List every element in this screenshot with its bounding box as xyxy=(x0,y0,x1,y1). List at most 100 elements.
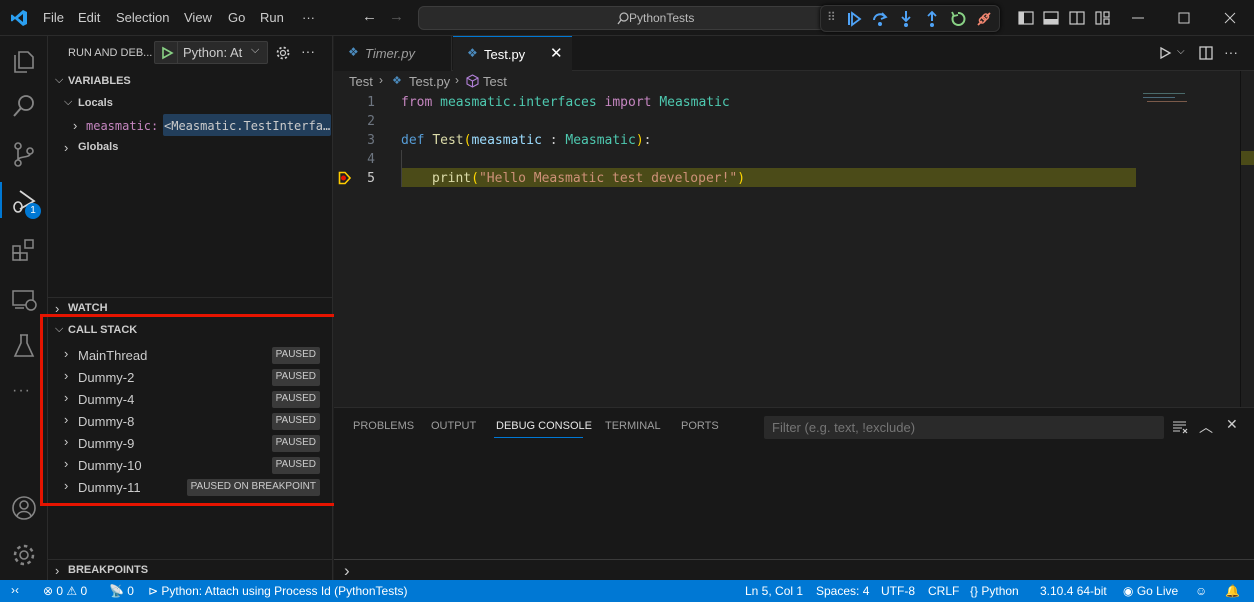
minimize-icon[interactable] xyxy=(1129,9,1147,27)
search-sidebar-icon[interactable] xyxy=(10,92,38,120)
chevron-down-icon[interactable]: ⌵ xyxy=(1177,46,1185,57)
thread-row[interactable]: › Dummy-8 PAUSED xyxy=(48,411,332,433)
chevron-right-icon[interactable]: › xyxy=(64,140,68,155)
toggle-sidebar-icon[interactable] xyxy=(1017,9,1035,27)
editor-more-icon[interactable]: ··· xyxy=(1224,44,1238,60)
chevron-down-icon[interactable]: ⌵ xyxy=(55,74,63,87)
code-editor[interactable]: Test › ❖ Test.py › Test 1 2 3 4 5 from m… xyxy=(334,71,1254,407)
chevron-right-icon[interactable]: › xyxy=(64,478,68,493)
menu-file[interactable]: File xyxy=(43,10,64,25)
continue-icon[interactable] xyxy=(845,10,863,28)
go-live-button[interactable]: ◉ Go Live xyxy=(1123,584,1178,598)
split-editor-icon[interactable] xyxy=(1198,45,1214,61)
chevron-right-icon[interactable]: › xyxy=(64,434,68,449)
copilot-icon[interactable]: ☺ xyxy=(1195,584,1207,598)
thread-row[interactable]: › Dummy-9 PAUSED xyxy=(48,433,332,455)
back-arrow-icon[interactable]: ← xyxy=(362,8,377,25)
thread-row[interactable]: › Dummy-2 PAUSED xyxy=(48,367,332,389)
chevron-right-icon[interactable]: › xyxy=(64,390,68,405)
globals-scope[interactable]: Globals xyxy=(78,141,118,153)
menu-selection[interactable]: Selection xyxy=(116,10,169,25)
thread-row[interactable]: › Dummy-4 PAUSED xyxy=(48,389,332,411)
more-actions-icon[interactable]: ··· xyxy=(301,43,315,59)
python-interpreter[interactable]: 3.10.4 64-bit xyxy=(1040,584,1107,598)
end-of-line[interactable]: CRLF xyxy=(928,584,959,598)
indentation[interactable]: Spaces: 4 xyxy=(816,584,869,598)
chevron-right-icon[interactable]: › xyxy=(64,368,68,383)
customize-layout-icon[interactable] xyxy=(1094,9,1112,27)
close-tab-icon[interactable]: ✕ xyxy=(550,44,563,62)
chevron-right-icon[interactable]: › xyxy=(73,118,77,133)
variable-value[interactable]: <Measmatic.TestInterfa… xyxy=(164,119,332,133)
chevron-right-icon[interactable]: › xyxy=(64,346,68,361)
debug-config-status[interactable]: ⊳ Python: Attach using Process Id (Pytho… xyxy=(148,584,408,598)
breadcrumb-file[interactable]: Test.py xyxy=(409,74,450,89)
panel-tab-output[interactable]: OUTPUT xyxy=(431,420,476,432)
remote-indicator-icon[interactable]: ›‹ xyxy=(11,583,19,597)
menu-go[interactable]: Go xyxy=(228,10,245,25)
panel-tab-terminal[interactable]: TERMINAL xyxy=(605,420,661,432)
explorer-icon[interactable] xyxy=(10,46,38,74)
editor-scrollbar[interactable] xyxy=(1240,71,1241,407)
menu-more[interactable]: ··· xyxy=(302,10,315,25)
maximize-icon[interactable] xyxy=(1175,9,1193,27)
step-over-icon[interactable] xyxy=(871,10,889,28)
step-out-icon[interactable] xyxy=(923,10,941,28)
locals-scope[interactable]: Locals xyxy=(78,97,113,109)
menu-run[interactable]: Run xyxy=(260,10,284,25)
breadcrumb-symbol[interactable]: Test xyxy=(483,74,507,89)
language-mode[interactable]: {} Python xyxy=(970,584,1019,598)
breadcrumb-folder[interactable]: Test xyxy=(349,74,373,89)
panel-tab-problems[interactable]: PROBLEMS xyxy=(353,420,414,432)
step-into-icon[interactable] xyxy=(897,10,915,28)
testing-icon[interactable] xyxy=(10,332,38,360)
close-window-icon[interactable] xyxy=(1221,9,1239,27)
console-filter-input[interactable] xyxy=(764,416,1164,439)
disconnect-icon[interactable] xyxy=(975,10,993,28)
cursor-position[interactable]: Ln 5, Col 1 xyxy=(745,584,803,598)
maximize-panel-icon[interactable]: ︿ xyxy=(1199,417,1213,437)
tab-timer-py[interactable]: ❖ Timer.py xyxy=(334,36,452,71)
panel-tab-ports[interactable]: PORTS xyxy=(681,420,719,432)
run-file-icon[interactable] xyxy=(1158,46,1172,60)
source-control-icon[interactable] xyxy=(10,140,38,168)
problems-status[interactable]: ⊗ 0 ⚠ 0 xyxy=(43,584,87,598)
thread-row[interactable]: › Dummy-11 PAUSED ON BREAKPOINT xyxy=(48,477,332,499)
command-center-search[interactable]: PythonTests xyxy=(418,6,838,30)
close-panel-icon[interactable]: ✕ xyxy=(1226,416,1238,433)
start-debugging-icon[interactable] xyxy=(160,46,174,60)
toggle-panel-icon[interactable] xyxy=(1042,9,1060,27)
variables-header[interactable]: VARIABLES xyxy=(68,75,131,87)
watch-header[interactable]: WATCH xyxy=(68,302,108,314)
remote-explorer-icon[interactable] xyxy=(10,286,38,314)
console-prompt-icon[interactable]: › xyxy=(344,561,350,581)
minimap[interactable] xyxy=(1143,91,1188,105)
encoding[interactable]: UTF-8 xyxy=(881,584,915,598)
callstack-header[interactable]: CALL STACK xyxy=(68,324,137,336)
notifications-bell-icon[interactable]: 🔔 xyxy=(1225,584,1240,598)
forward-arrow-icon[interactable]: → xyxy=(389,8,404,25)
launch-config-select[interactable]: Python: At ⌵ xyxy=(154,41,268,64)
variable-name[interactable]: measmatic: xyxy=(86,119,158,133)
toggle-secondary-sidebar-icon[interactable] xyxy=(1068,9,1086,27)
manage-gear-icon[interactable] xyxy=(10,541,38,569)
account-icon[interactable] xyxy=(10,494,38,522)
restart-icon[interactable] xyxy=(949,10,967,28)
gear-icon[interactable] xyxy=(275,45,291,61)
drag-handle-icon[interactable]: ⠿ xyxy=(827,10,845,28)
ports-status[interactable]: 📡 0 xyxy=(109,584,134,598)
chevron-right-icon[interactable]: › xyxy=(64,412,68,427)
thread-row[interactable]: › Dummy-10 PAUSED xyxy=(48,455,332,477)
chevron-right-icon[interactable]: › xyxy=(55,563,59,578)
clear-console-icon[interactable] xyxy=(1172,420,1188,434)
breakpoints-header[interactable]: BREAKPOINTS xyxy=(68,564,148,576)
more-icon[interactable]: ··· xyxy=(12,382,31,400)
extensions-icon[interactable] xyxy=(10,236,38,264)
chevron-right-icon[interactable]: › xyxy=(64,456,68,471)
menu-edit[interactable]: Edit xyxy=(78,10,100,25)
panel-tab-debug-console[interactable]: DEBUG CONSOLE xyxy=(496,420,592,432)
breakpoint-current-icon[interactable] xyxy=(338,171,351,185)
chevron-down-icon[interactable]: ⌵ xyxy=(64,96,72,109)
tab-test-py[interactable]: ❖ Test.py ✕ xyxy=(453,36,572,71)
thread-row[interactable]: › MainThread PAUSED xyxy=(48,345,332,367)
